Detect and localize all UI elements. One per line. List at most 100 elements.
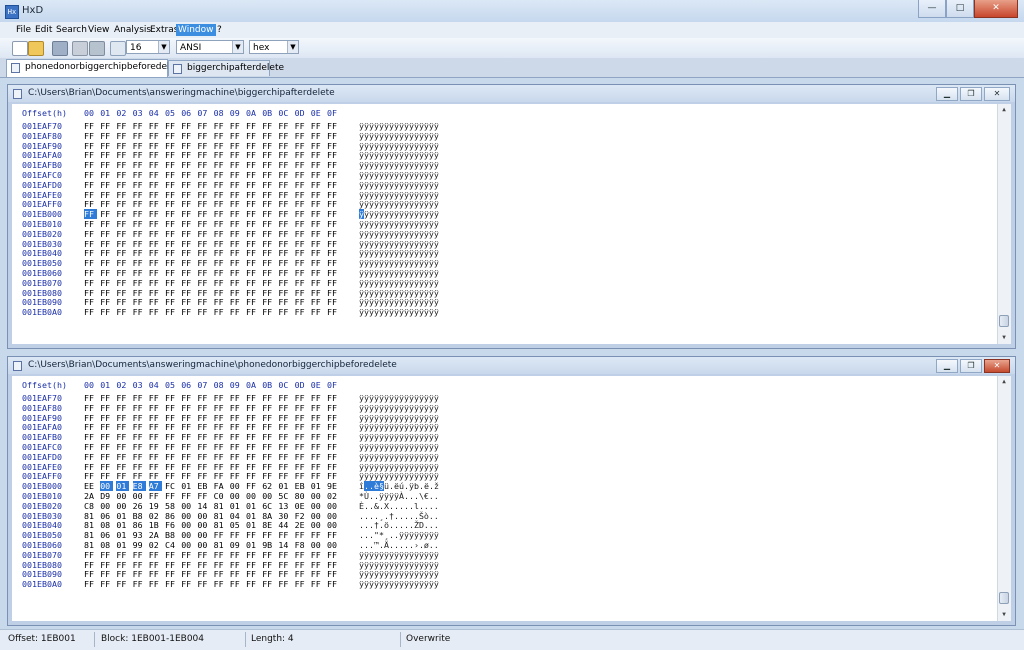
hex-byte[interactable]: FF xyxy=(116,199,129,209)
hex-byte[interactable]: FF xyxy=(262,121,275,131)
hex-byte[interactable]: FF xyxy=(295,219,308,229)
hex-byte[interactable]: FF xyxy=(197,452,210,462)
maximize-button[interactable]: □ xyxy=(946,0,974,18)
ascii-text[interactable]: ÿÿÿÿÿÿÿÿÿÿÿÿÿÿÿÿ xyxy=(359,297,439,307)
hex-byte[interactable]: FF xyxy=(295,131,308,141)
ascii-char[interactable]: ž xyxy=(434,481,439,491)
hex-byte[interactable]: FF xyxy=(311,278,324,288)
hex-byte[interactable]: 00 xyxy=(311,491,324,501)
hex-byte[interactable]: FF xyxy=(197,288,210,298)
hex-byte[interactable]: FF xyxy=(165,190,178,200)
hex-byte[interactable]: 00 xyxy=(133,491,146,501)
hex-byte[interactable]: FF xyxy=(197,170,210,180)
hex-byte[interactable]: FF xyxy=(181,393,194,403)
hex-byte[interactable]: 81 xyxy=(214,501,227,511)
hex-byte[interactable]: FF xyxy=(197,560,210,570)
hex-byte[interactable]: 01 xyxy=(311,481,324,491)
hex-byte[interactable]: 00 xyxy=(246,491,259,501)
hex-byte[interactable]: FF xyxy=(197,219,210,229)
hex-byte[interactable]: FF xyxy=(84,442,97,452)
hex-byte[interactable]: FF xyxy=(311,297,324,307)
hex-byte[interactable]: 81 xyxy=(84,540,97,550)
hex-byte[interactable]: FF xyxy=(100,297,113,307)
hex-byte[interactable]: FF xyxy=(246,150,259,160)
hex-byte[interactable]: EE xyxy=(84,481,97,491)
hex-byte[interactable]: FF xyxy=(165,150,178,160)
hex-byte[interactable]: 02 xyxy=(327,491,340,501)
hex-byte[interactable]: FF xyxy=(230,569,243,579)
hex-byte[interactable]: 00 xyxy=(197,530,210,540)
hex-byte[interactable]: FF xyxy=(327,190,340,200)
hex-byte[interactable]: 01 xyxy=(246,520,259,530)
hex-byte[interactable]: FF xyxy=(100,190,113,200)
hex-byte[interactable]: FF xyxy=(84,150,97,160)
hex-byte[interactable]: 01 xyxy=(116,520,129,530)
hex-byte[interactable]: FF xyxy=(165,471,178,481)
close-button[interactable]: ✕ xyxy=(974,0,1018,18)
hex-byte[interactable]: FF xyxy=(197,297,210,307)
hex-byte[interactable]: FF xyxy=(149,160,162,170)
hex-byte[interactable]: 00 xyxy=(100,481,114,492)
hex-byte[interactable]: FF xyxy=(311,180,324,190)
hex-byte[interactable]: FF xyxy=(262,442,275,452)
hex-byte[interactable]: FF xyxy=(278,131,291,141)
hex-byte[interactable]: FF xyxy=(262,422,275,432)
hex-byte[interactable]: FF xyxy=(116,131,129,141)
hex-byte[interactable]: FF xyxy=(181,150,194,160)
hex-byte[interactable]: FF xyxy=(246,550,259,560)
hex-byte[interactable]: FF xyxy=(278,393,291,403)
hex-byte[interactable]: FF xyxy=(278,297,291,307)
hex-byte[interactable]: FF xyxy=(295,199,308,209)
hex-byte[interactable]: FF xyxy=(295,150,308,160)
hex-byte[interactable]: FF xyxy=(149,452,162,462)
hex-byte[interactable]: FF xyxy=(327,550,340,560)
ascii-text[interactable]: ÿÿÿÿÿÿÿÿÿÿÿÿÿÿÿÿ xyxy=(359,131,439,141)
hex-byte[interactable]: 04 xyxy=(230,511,243,521)
hex-byte[interactable]: FF xyxy=(230,258,243,268)
hex-byte[interactable]: FF xyxy=(181,209,194,219)
hex-byte[interactable]: FF xyxy=(246,141,259,151)
hex-byte[interactable]: FF xyxy=(262,180,275,190)
hex-byte[interactable]: FA xyxy=(214,481,227,491)
hex-byte[interactable]: FF xyxy=(230,219,243,229)
hex-byte[interactable]: FF xyxy=(100,288,113,298)
hex-byte[interactable]: FF xyxy=(327,248,340,258)
ascii-text[interactable]: ÿÿÿÿÿÿÿÿÿÿÿÿÿÿÿÿ xyxy=(359,150,439,160)
hex-byte[interactable]: 01 xyxy=(246,511,259,521)
ascii-text[interactable]: î..è§ü.ëú.ÿb.ë.ž xyxy=(359,481,439,492)
hex-byte[interactable]: FF xyxy=(181,288,194,298)
hex-byte[interactable]: FF xyxy=(295,297,308,307)
hex-byte[interactable]: 81 xyxy=(214,520,227,530)
hex-byte[interactable]: FF xyxy=(197,307,210,317)
hex-byte[interactable]: FF xyxy=(262,219,275,229)
ascii-text[interactable]: ÿÿÿÿÿÿÿÿÿÿÿÿÿÿÿÿ xyxy=(359,160,439,170)
hex-byte[interactable]: FF xyxy=(262,569,275,579)
hex-byte[interactable]: FF xyxy=(311,258,324,268)
hex-byte[interactable]: FF xyxy=(100,422,113,432)
hex-byte[interactable]: FF xyxy=(214,180,227,190)
hex-byte[interactable]: FF xyxy=(230,268,243,278)
hex-byte[interactable]: FF xyxy=(230,393,243,403)
hex-byte[interactable]: FF xyxy=(230,413,243,423)
hex-byte[interactable]: FF xyxy=(197,569,210,579)
hex-byte[interactable]: FF xyxy=(84,239,97,249)
menu-window[interactable]: Window xyxy=(176,24,216,36)
hex-byte[interactable]: FF xyxy=(214,190,227,200)
hex-byte[interactable]: FF xyxy=(278,229,291,239)
hex-byte[interactable]: 08 xyxy=(100,520,113,530)
hex-byte[interactable]: FF xyxy=(262,550,275,560)
hex-byte[interactable]: FF xyxy=(327,569,340,579)
hex-byte[interactable]: FF xyxy=(84,413,97,423)
hex-byte[interactable]: FF xyxy=(165,491,178,501)
hex-byte[interactable]: FF xyxy=(149,131,162,141)
hex-byte[interactable]: FF xyxy=(133,258,146,268)
hex-byte[interactable]: 00 xyxy=(262,491,275,501)
hex-byte[interactable]: FF xyxy=(133,471,146,481)
hex-byte[interactable]: FF xyxy=(246,297,259,307)
hex-byte[interactable]: FF xyxy=(197,160,210,170)
hex-byte[interactable]: FF xyxy=(197,190,210,200)
hex-byte[interactable]: FF xyxy=(100,413,113,423)
hex-byte[interactable]: FF xyxy=(84,569,97,579)
hex-byte[interactable]: 13 xyxy=(278,501,291,511)
hex-byte[interactable]: FF xyxy=(327,530,340,540)
